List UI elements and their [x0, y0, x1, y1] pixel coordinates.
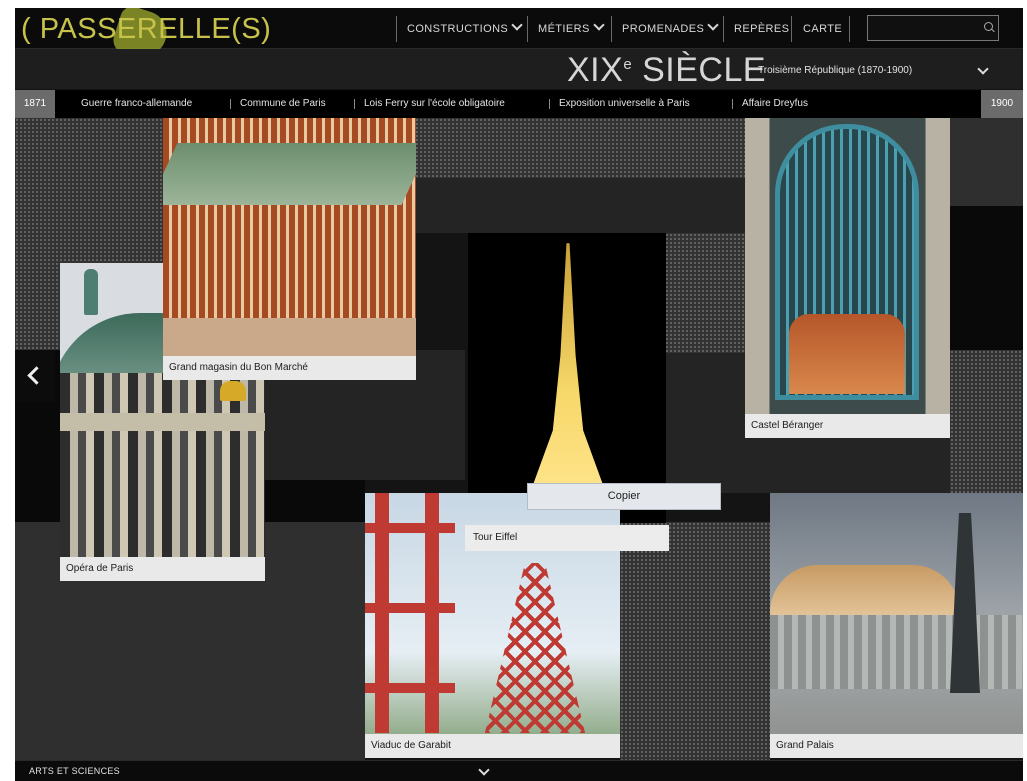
top-navigation-bar: ( PASSERELLE(S) CONSTRUCTIONS MÉTIERS PR… — [15, 8, 1023, 65]
card-caption: Grand magasin du Bon Marché — [163, 356, 416, 380]
timeline-divider — [732, 99, 733, 109]
timeline-start-year: 1871 — [15, 90, 55, 118]
timeline-divider — [230, 99, 231, 109]
nav-item-label: CARTE — [803, 23, 843, 35]
app-window: ( PASSERELLE(S) CONSTRUCTIONS MÉTIERS PR… — [15, 8, 1023, 781]
nav-divider — [396, 16, 397, 42]
timeline-event[interactable]: Guerre franco-allemande — [81, 90, 192, 118]
nav-item-carte[interactable]: CARTE — [803, 16, 842, 42]
timeline-event[interactable]: Commune de Paris — [240, 90, 326, 118]
opera-statue — [84, 269, 98, 315]
timeline-event[interactable]: Lois Ferry sur l'école obligatoire — [364, 90, 505, 118]
card-caption: Viaduc de Garabit — [365, 734, 620, 758]
grand-palais-roof — [770, 565, 960, 619]
century-suffix: e — [623, 56, 633, 73]
bon-marche-street — [163, 318, 416, 356]
timeline-event[interactable]: Affaire Dreyfus — [742, 90, 808, 118]
nav-divider — [723, 16, 724, 42]
viaduct-beam — [365, 683, 455, 693]
card-grand-palais[interactable]: Grand Palais — [770, 493, 1023, 758]
century-header: XIXe SIÈCLE Troisième République (1870-1… — [15, 49, 1023, 89]
viaduct-arch — [485, 563, 585, 733]
nav-item-reperes[interactable]: REPÈRES — [734, 16, 789, 42]
nav-item-label: CONSTRUCTIONS — [407, 23, 509, 35]
search-icon[interactable] — [984, 22, 993, 31]
card-caption: Castel Béranger — [745, 414, 950, 438]
timeline-divider — [549, 99, 550, 109]
timeline-event[interactable]: Exposition universelle à Paris — [559, 90, 690, 118]
previous-button[interactable] — [15, 350, 55, 402]
grand-palais-statue — [950, 513, 980, 693]
background-tile — [950, 118, 1023, 206]
nav-item-label: REPÈRES — [734, 23, 790, 35]
chevron-down-icon — [593, 19, 605, 31]
background-tile — [950, 206, 1023, 350]
century-title: XIXe SIÈCLE — [567, 53, 766, 94]
context-menu-copy[interactable]: Copier — [527, 483, 721, 510]
background-tile — [950, 350, 1023, 493]
footer-bar: ARTS ET SCIENCES — [15, 760, 1023, 781]
opera-gold-statue — [220, 381, 246, 401]
card-caption: Grand Palais — [770, 734, 1023, 758]
card-castel-beranger[interactable]: Castel Béranger — [745, 118, 950, 438]
chevron-left-icon — [27, 366, 46, 385]
viaduct-beam — [365, 523, 455, 533]
background-tile — [265, 480, 365, 522]
nav-item-label: MÉTIERS — [538, 23, 590, 35]
search-input[interactable] — [867, 15, 999, 41]
chevron-down-icon — [511, 19, 523, 31]
nav-divider — [791, 16, 792, 42]
nav-divider — [527, 16, 528, 42]
logo-text: ( PASSERELLE(S) — [21, 13, 272, 45]
background-tile — [620, 522, 770, 760]
card-eiffel[interactable] — [468, 233, 666, 523]
timeline-bar: 1871 Guerre franco-allemande Commune de … — [15, 90, 1023, 118]
nav-item-promenades[interactable]: PROMENADES — [622, 16, 719, 42]
grand-palais-facade — [770, 615, 1022, 689]
chevron-down-icon — [707, 19, 719, 31]
background-tile — [415, 118, 745, 178]
century-number: XIX — [567, 51, 624, 89]
viaduct-beam — [365, 603, 455, 613]
period-select[interactable]: Troisième République (1870-1900) — [745, 62, 1007, 80]
timeline-divider — [354, 99, 355, 109]
opera-frieze — [60, 413, 265, 431]
period-label: Troisième République (1870-1900) — [758, 65, 913, 76]
background-tile — [415, 178, 745, 233]
nav-item-metiers[interactable]: MÉTIERS — [538, 16, 605, 42]
logo[interactable]: ( PASSERELLE(S) — [21, 8, 272, 65]
chevron-down-icon[interactable] — [478, 764, 490, 776]
timeline-end-year: 1900 — [981, 90, 1023, 118]
nav-divider — [611, 16, 612, 42]
background-tile — [665, 233, 745, 353]
card-caption-eiffel[interactable]: Tour Eiffel — [465, 525, 669, 551]
nav-divider — [849, 16, 850, 42]
card-caption: Opéra de Paris — [60, 557, 265, 581]
bon-marche-roof — [163, 143, 416, 205]
nav-item-constructions[interactable]: CONSTRUCTIONS — [407, 16, 523, 42]
eiffel-tower-lights — [530, 243, 606, 493]
footer-label[interactable]: ARTS ET SCIENCES — [29, 761, 120, 781]
card-bon-marche[interactable]: Grand magasin du Bon Marché — [163, 118, 416, 380]
castel-gate-panel — [789, 314, 905, 394]
nav-item-label: PROMENADES — [622, 23, 705, 35]
